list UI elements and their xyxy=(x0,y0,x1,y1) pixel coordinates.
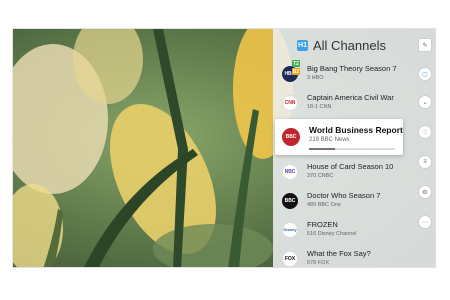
chevron-down-icon[interactable]: ⌄ xyxy=(418,95,432,109)
channel-item-world-business-report[interactable]: BBC World Business Report 219 BBC News xyxy=(275,119,403,155)
panel-title: All Channels xyxy=(313,38,386,53)
cnn-logo-icon: CNN xyxy=(282,94,298,111)
channel-item-what-the-fox-say[interactable]: FOX What the Fox Say? 578 FOX xyxy=(273,244,413,267)
fox-logo-icon: FOX xyxy=(282,250,298,267)
channel-item-big-bang[interactable]: HBO T2 B2 Big Bang Theory Season 7 3 HBO xyxy=(273,59,413,88)
bbc-one-logo-icon: BBC xyxy=(282,192,298,209)
channel-item-doctor-who[interactable]: BBC Doctor Who Season 7 489 BBC One xyxy=(273,186,413,215)
channel-number: 489 BBC One xyxy=(307,202,341,208)
channel-number: 516 Disney Channel xyxy=(307,231,357,237)
channel-list: HBO T2 B2 Big Bang Theory Season 7 3 HBO… xyxy=(273,59,413,267)
channel-name: What the Fox Say? xyxy=(307,249,371,258)
panel-header: H1 All Channels xyxy=(297,38,386,53)
channel-filter-icon[interactable]: ▢ xyxy=(418,67,432,81)
favorite-icon[interactable]: ♡ xyxy=(418,125,432,139)
side-toolbar: ✎ ▢ ⌄ ♡ ≡ ⚙ ⋯ xyxy=(414,29,435,267)
channel-name: Captain America Civil War xyxy=(307,93,394,102)
more-icon[interactable]: ⋯ xyxy=(418,215,432,229)
channel-number: 578 FOX xyxy=(307,260,330,266)
tv-screen: H1 All Channels HBO T2 B2 Big Bang Theor… xyxy=(12,28,436,268)
channel-item-frozen[interactable]: Disney FROZEN 516 Disney Channel xyxy=(273,215,413,244)
channel-name: Doctor Who Season 7 xyxy=(307,191,381,200)
channel-number: 18-1 CNN xyxy=(307,104,332,110)
tag-top-icon: T2 xyxy=(292,60,300,67)
list-icon[interactable]: ≡ xyxy=(418,155,432,169)
bbc-news-logo-icon: BBC xyxy=(282,128,300,146)
source-badge: H1 xyxy=(297,40,308,51)
channel-name: Big Bang Theory Season 7 xyxy=(307,64,397,73)
channel-list-panel: H1 All Channels HBO T2 B2 Big Bang Theor… xyxy=(273,29,435,267)
program-progress-bar xyxy=(309,148,395,150)
nbc-logo-icon: NBC xyxy=(282,163,298,180)
channel-item-house-of-card[interactable]: NBC House of Card Season 10 370 CNBC xyxy=(273,157,413,186)
settings-icon[interactable]: ⚙ xyxy=(418,185,432,199)
tag-bottom-icon: B2 xyxy=(292,68,300,75)
disney-logo-icon: Disney xyxy=(282,221,298,238)
channel-name: World Business Report xyxy=(309,125,403,135)
channel-number: 370 CNBC xyxy=(307,173,334,179)
channel-name: House of Card Season 10 xyxy=(307,162,394,171)
program-progress-fill xyxy=(309,148,335,150)
channel-number: 219 BBC News xyxy=(309,137,350,143)
channel-number: 3 HBO xyxy=(307,75,324,81)
edit-icon[interactable]: ✎ xyxy=(418,38,432,52)
channel-name: FROZEN xyxy=(307,220,338,229)
channel-item-captain-america[interactable]: CNN Captain America Civil War 18-1 CNN xyxy=(273,88,413,117)
